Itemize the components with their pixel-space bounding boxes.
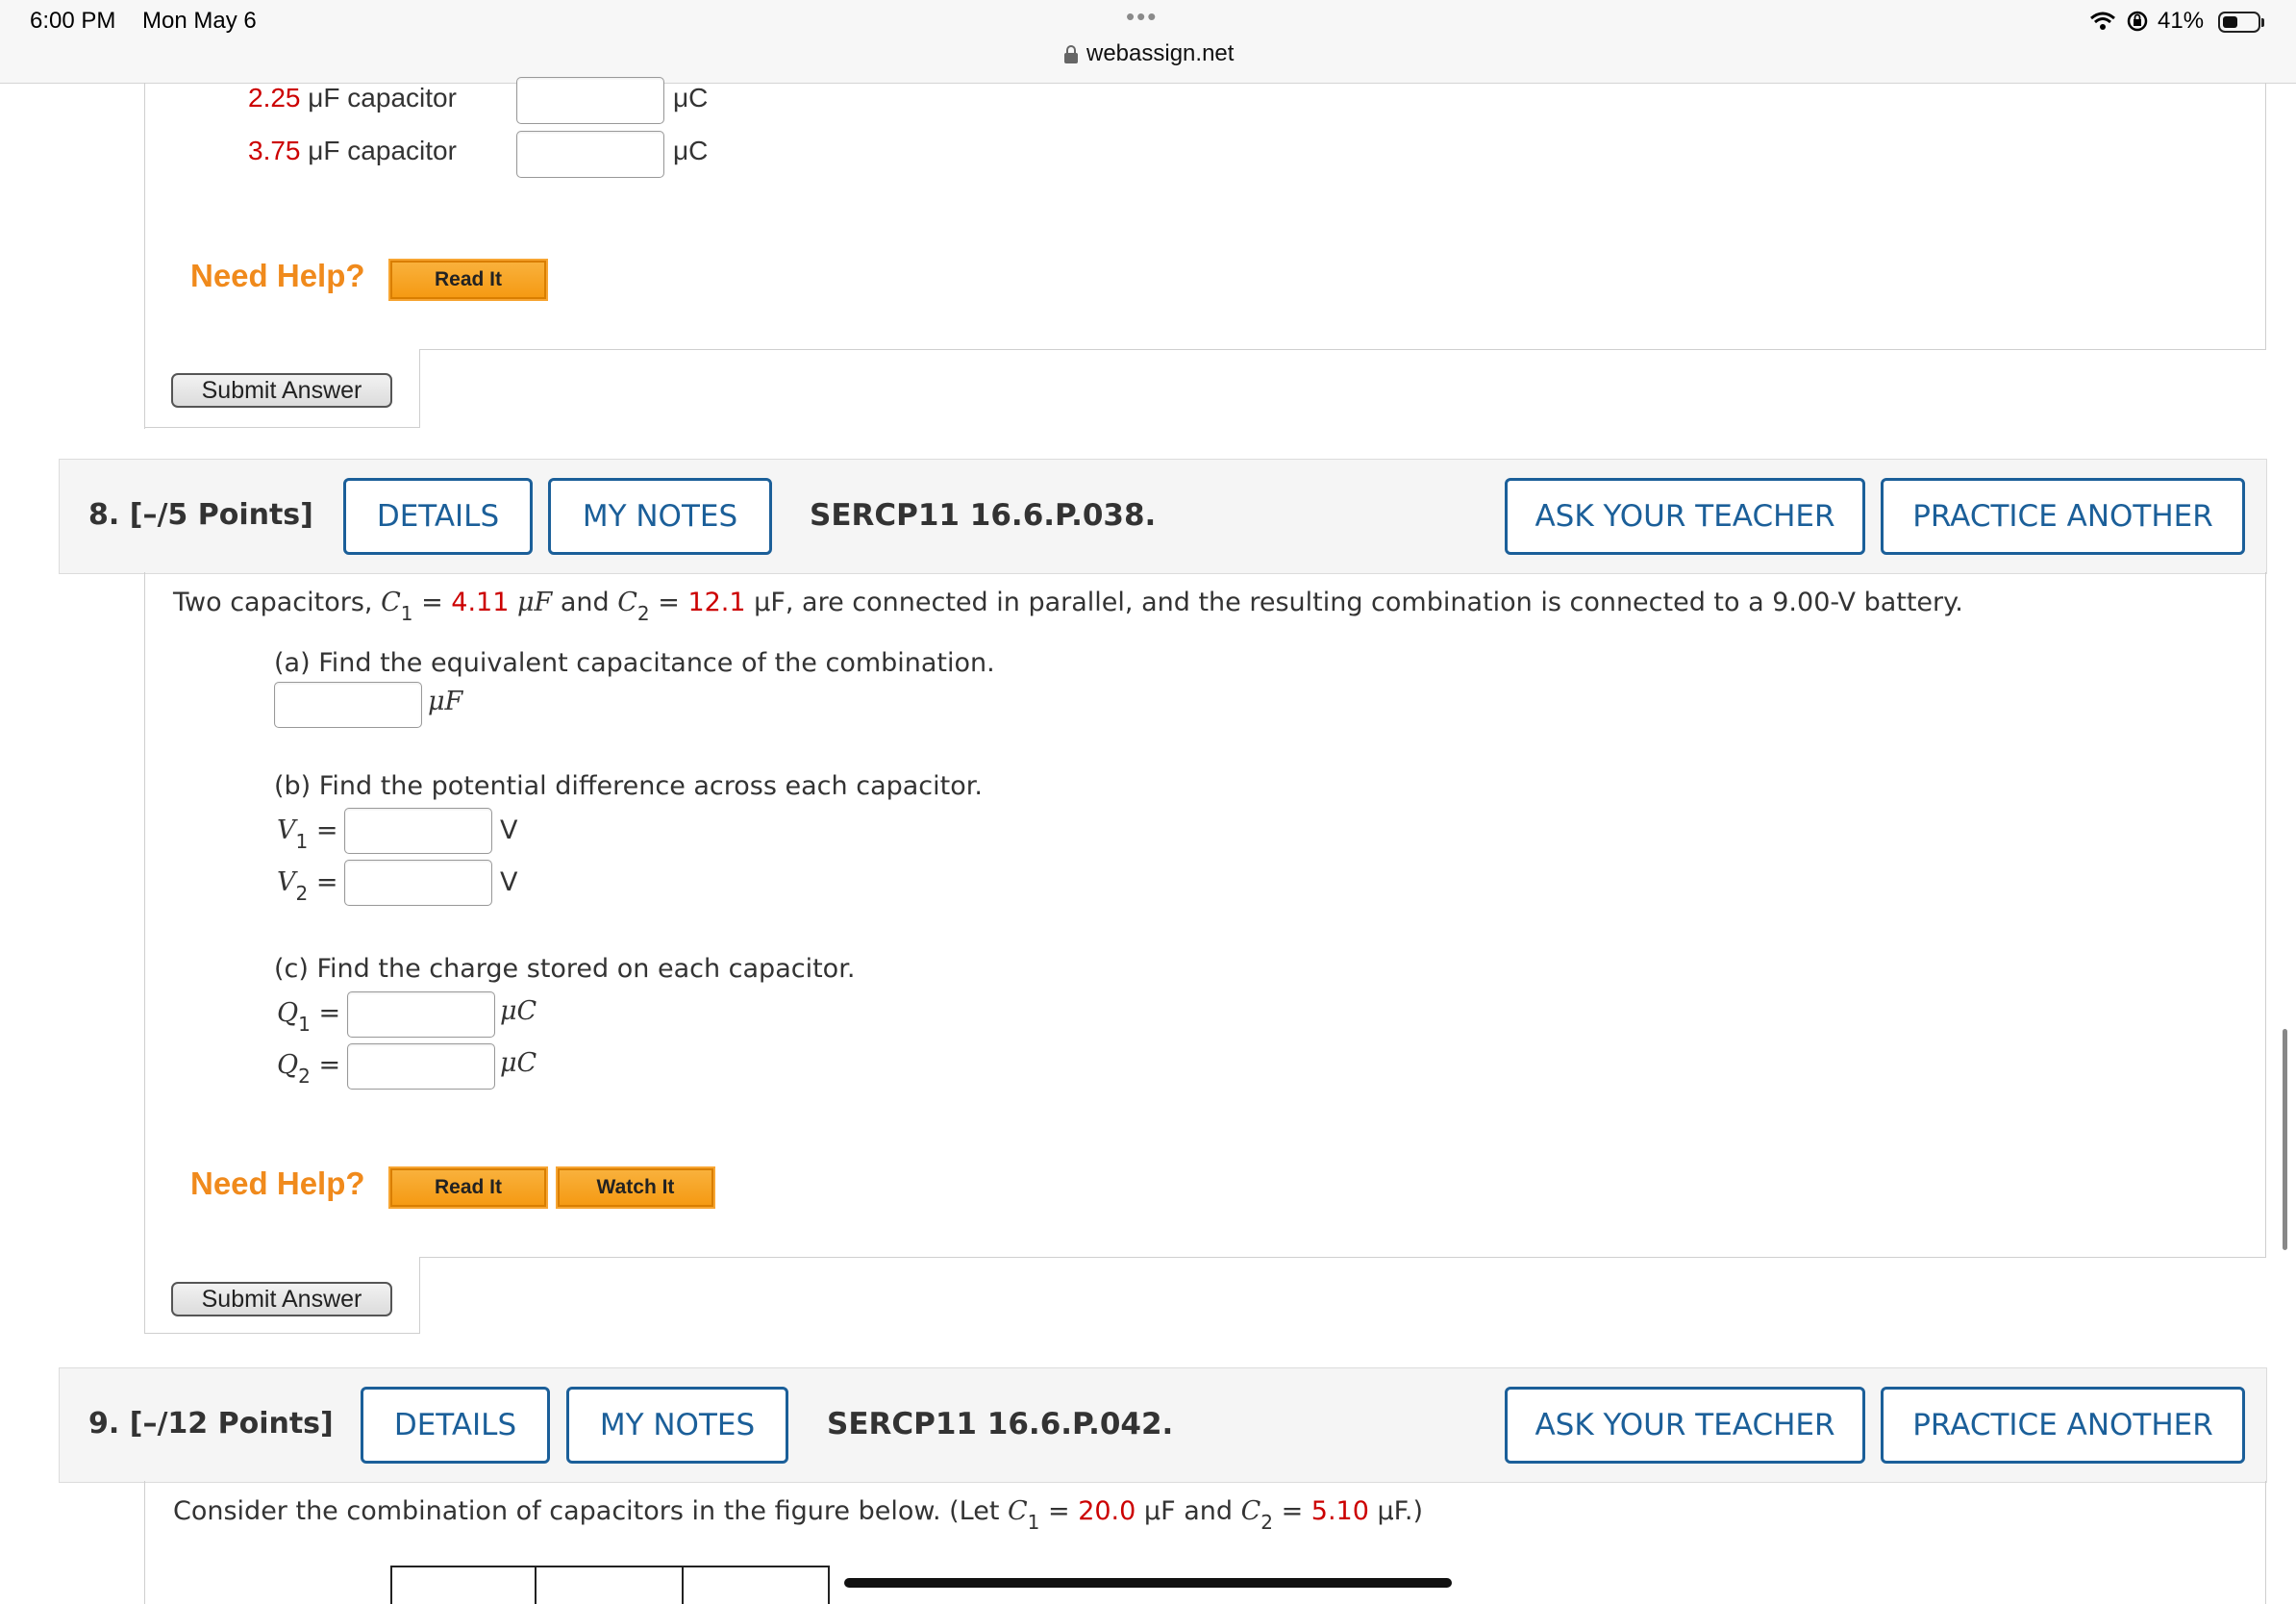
q2-unit: μC [500, 1048, 537, 1078]
lock-icon [1063, 44, 1079, 65]
circuit-cell [535, 1566, 684, 1604]
url-text[interactable]: webassign.net [1086, 40, 1234, 67]
status-bar: 6:00 PM Mon May 6 ••• webassign.net 41% [0, 0, 2296, 84]
submit-answer-button[interactable]: Submit Answer [171, 373, 392, 408]
read-it-button[interactable]: Read It [388, 1166, 548, 1209]
v1-label: V1 = [277, 815, 338, 853]
my-notes-button[interactable]: MY NOTES [548, 478, 772, 555]
ask-your-teacher-button[interactable]: ASK YOUR TEACHER [1505, 478, 1865, 555]
practice-another-button[interactable]: PRACTICE ANOTHER [1881, 1387, 2245, 1464]
ask-your-teacher-button[interactable]: ASK YOUR TEACHER [1505, 1387, 1865, 1464]
circuit-cell [682, 1566, 830, 1604]
practice-another-button[interactable]: PRACTICE ANOTHER [1881, 478, 2245, 555]
details-button[interactable]: DETAILS [343, 478, 533, 555]
wifi-icon [2090, 12, 2115, 31]
watch-it-button[interactable]: Watch It [556, 1166, 715, 1209]
v2-unit: V [500, 867, 518, 897]
equivalent-capacitance-input[interactable] [274, 682, 422, 728]
capacitor-row-2-label: 3.75 μF capacitor [248, 136, 457, 165]
q1-input[interactable] [347, 991, 495, 1038]
battery-icon [2218, 12, 2260, 33]
part-a-prompt: (a) Find the equivalent capacitance of t… [274, 648, 995, 678]
status-time: 6:00 PM [30, 8, 116, 34]
charge-input-1[interactable] [516, 77, 664, 124]
part-b-prompt: (b) Find the potential difference across… [274, 771, 983, 801]
charge-input-2[interactable] [516, 131, 664, 178]
charge-unit-2: μC [673, 136, 709, 165]
part-c-prompt: (c) Find the charge stored on each capac… [274, 954, 856, 984]
scrollbar[interactable] [2283, 1029, 2287, 1250]
q2-label: Q2 = [277, 1050, 341, 1088]
question-code: SERCP11 16.6.P.042. [827, 1407, 1174, 1441]
v2-input[interactable] [344, 860, 492, 906]
circuit-figure [390, 1566, 830, 1604]
capacitor-row-1-label: 2.25 μF capacitor [248, 83, 457, 113]
question-9-number: 9. [–/12 Points] [88, 1407, 334, 1441]
question-8-prompt: Two capacitors, C1 = 4.11 μF and C2 = 12… [173, 588, 1963, 625]
v1-input[interactable] [344, 808, 492, 854]
battery-percent: 41% [2158, 8, 2205, 34]
v1-unit: V [500, 815, 518, 845]
more-dots-icon[interactable]: ••• [1126, 2, 1158, 32]
charge-unit-1: μC [673, 83, 709, 113]
my-notes-button[interactable]: MY NOTES [566, 1387, 788, 1464]
need-help-label: Need Help? [190, 1165, 365, 1201]
question-8-number: 8. [–/5 Points] [88, 498, 313, 532]
status-date: Mon May 6 [142, 8, 257, 34]
q1-unit: μC [500, 996, 537, 1026]
q1-label: Q1 = [277, 998, 341, 1036]
details-button[interactable]: DETAILS [361, 1387, 550, 1464]
circuit-cell [390, 1566, 537, 1604]
orientation-lock-icon [2127, 11, 2148, 32]
question-code: SERCP11 16.6.P.038. [810, 498, 1157, 533]
read-it-button[interactable]: Read It [388, 259, 548, 301]
submit-answer-button[interactable]: Submit Answer [171, 1282, 392, 1316]
v2-label: V2 = [277, 867, 338, 905]
part-a-unit: μF [428, 687, 463, 716]
home-indicator[interactable] [844, 1578, 1452, 1588]
need-help-label: Need Help? [190, 258, 365, 293]
q2-input[interactable] [347, 1043, 495, 1090]
question-9-prompt: Consider the combination of capacitors i… [173, 1496, 1423, 1534]
